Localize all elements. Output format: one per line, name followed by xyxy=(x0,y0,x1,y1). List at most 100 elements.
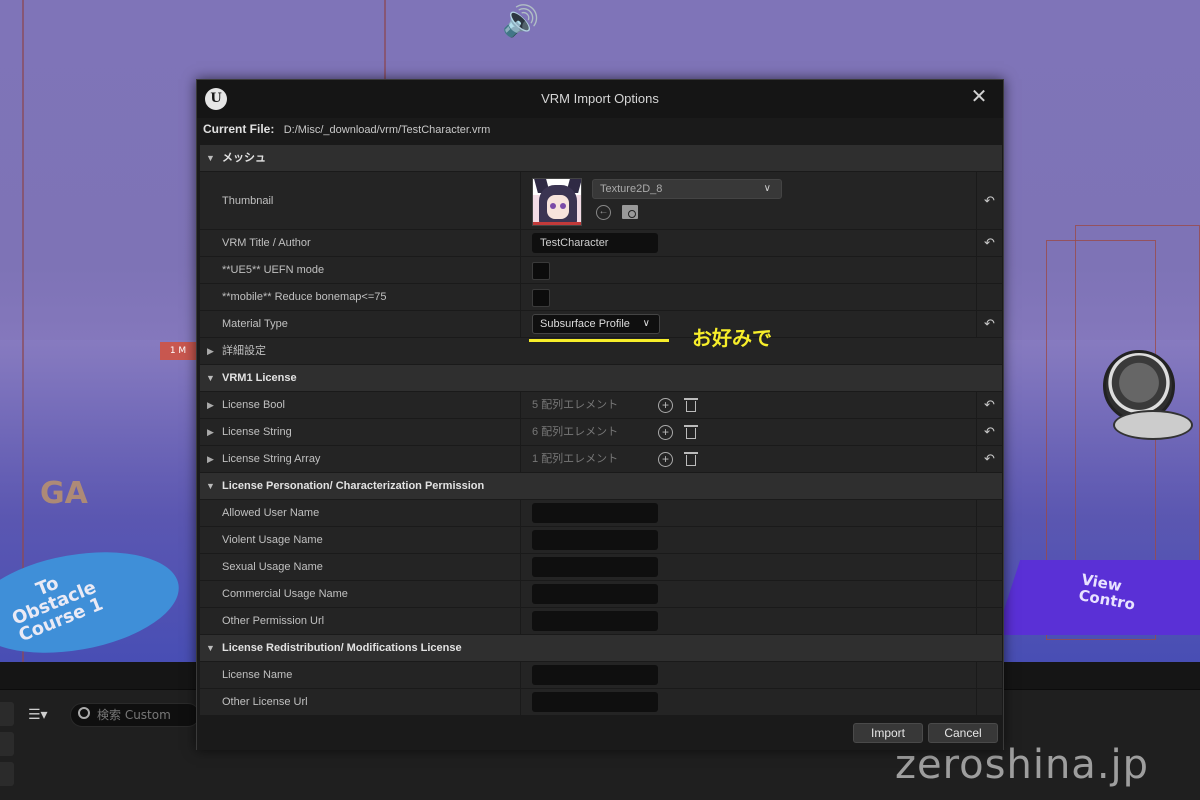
property-label: VRM Title / Author xyxy=(222,237,311,249)
property-label: Violent Usage Name xyxy=(222,534,323,546)
allowed-user-name-field[interactable] xyxy=(532,503,658,523)
property-row-violent-usage: Violent Usage Name xyxy=(200,526,1002,553)
search-icon xyxy=(78,707,90,719)
reset-arrow-icon[interactable]: ↶ xyxy=(984,172,995,230)
filter-icon[interactable]: ☰▾ xyxy=(28,707,48,723)
section-header-vrm1-license[interactable]: ▼ VRM1 License xyxy=(200,364,1002,391)
property-label: 詳細設定 xyxy=(222,345,266,357)
array-count: 1 配列エレメント xyxy=(532,453,619,465)
side-button[interactable] xyxy=(0,702,14,726)
property-row-reduce-bonemap: **mobile** Reduce bonemap<=75 xyxy=(200,283,1002,310)
license-name-field[interactable] xyxy=(532,665,658,685)
property-row-thumbnail: Thumbnail Texture2D_8 ∨ ← ↶ xyxy=(200,171,1002,229)
section-title: License Personation/ Characterization Pe… xyxy=(222,480,485,492)
dialog-footer: Import Cancel xyxy=(197,716,1003,750)
chevron-down-icon: ∨ xyxy=(763,183,771,194)
chevron-down-icon: ∨ xyxy=(642,318,650,329)
array-row-license-bool[interactable]: ▶ License Bool 5 配列エレメント + ↶ xyxy=(200,391,1002,418)
section-title: VRM1 License xyxy=(222,372,297,384)
sphere-base xyxy=(1113,410,1193,440)
close-button[interactable]: ✕ xyxy=(969,86,989,106)
property-label: Thumbnail xyxy=(222,195,274,207)
search-placeholder: 検索 Custom xyxy=(97,708,171,722)
section-title: メッシュ xyxy=(222,152,266,164)
section-header-redistribution[interactable]: ▼ License Redistribution/ Modifications … xyxy=(200,634,1002,661)
trash-icon[interactable] xyxy=(684,397,698,413)
plus-circle-icon[interactable]: + xyxy=(658,398,673,413)
expand-triangle-icon: ▼ xyxy=(206,373,215,383)
side-button[interactable] xyxy=(0,762,14,786)
dialog-title-bar[interactable]: U VRM Import Options ✕ xyxy=(197,80,1003,118)
material-type-value: Subsurface Profile xyxy=(540,318,630,330)
reduce-bonemap-checkbox[interactable] xyxy=(532,289,550,307)
property-label: License Name xyxy=(222,669,293,681)
viewport-guide-line xyxy=(22,0,24,662)
close-icon: ✕ xyxy=(970,84,988,108)
property-row-sexual-usage: Sexual Usage Name xyxy=(200,553,1002,580)
property-row-title-author: VRM Title / Author TestCharacter ↶ xyxy=(200,229,1002,256)
property-label: License String Array xyxy=(222,453,321,465)
array-count: 5 配列エレメント xyxy=(532,399,619,411)
viewport-guide-line xyxy=(384,0,386,80)
plus-circle-icon[interactable]: + xyxy=(658,452,673,467)
property-label: Sexual Usage Name xyxy=(222,561,323,573)
property-row-material-type: Material Type Subsurface Profile ∨ ↶ xyxy=(200,310,1002,337)
expand-triangle-icon: ▶ xyxy=(207,346,214,356)
search-input[interactable]: 検索 Custom xyxy=(70,703,200,727)
details-panel: ▼ メッシュ Thumbnail Texture2D_8 ∨ ← ↶ VRM T… xyxy=(200,144,1002,715)
expand-triangle-icon: ▶ xyxy=(207,454,214,464)
other-permission-url-field[interactable] xyxy=(532,611,658,631)
plus-circle-icon[interactable]: + xyxy=(658,425,673,440)
speaker-icon: 🔊 xyxy=(502,4,540,39)
property-label: Material Type xyxy=(222,318,288,330)
array-count: 6 配列エレメント xyxy=(532,426,619,438)
property-row-other-license-url: Other License Url xyxy=(200,688,1002,715)
array-row-license-string-array[interactable]: ▶ License String Array 1 配列エレメント + ↶ xyxy=(200,445,1002,472)
current-file-label: Current File: xyxy=(203,122,275,136)
trash-icon[interactable] xyxy=(684,451,698,467)
array-row-license-string[interactable]: ▶ License String 6 配列エレメント + ↶ xyxy=(200,418,1002,445)
floor-text: GA xyxy=(40,476,88,511)
texture-asset-value: Texture2D_8 xyxy=(600,183,663,195)
browse-asset-icon[interactable] xyxy=(622,205,638,219)
trash-icon[interactable] xyxy=(684,424,698,440)
annotation-underline xyxy=(529,339,669,342)
commercial-usage-field[interactable] xyxy=(532,584,658,604)
material-type-dropdown[interactable]: Subsurface Profile ∨ xyxy=(532,314,660,334)
thumbnail-image[interactable] xyxy=(532,178,582,226)
import-button[interactable]: Import xyxy=(853,723,923,743)
property-label: License Bool xyxy=(222,399,285,411)
title-author-field[interactable]: TestCharacter xyxy=(532,233,658,253)
property-label: Other Permission Url xyxy=(222,615,325,627)
dialog-title: VRM Import Options xyxy=(541,91,659,106)
violent-usage-field[interactable] xyxy=(532,530,658,550)
property-label: **UE5** UEFN mode xyxy=(222,264,325,276)
vrm-import-dialog: U VRM Import Options ✕ Current File: D:/… xyxy=(196,79,1004,750)
other-license-url-field[interactable] xyxy=(532,692,658,712)
expand-triangle-icon: ▼ xyxy=(206,153,215,163)
side-button[interactable] xyxy=(0,732,14,756)
property-row-allowed-user-name: Allowed User Name xyxy=(200,499,1002,526)
current-file: Current File: D:/Misc/_download/vrm/Test… xyxy=(203,122,490,136)
reset-arrow-icon[interactable]: ↶ xyxy=(984,230,995,256)
uefn-mode-checkbox[interactable] xyxy=(532,262,550,280)
section-title: License Redistribution/ Modifications Li… xyxy=(222,642,462,654)
property-row-commercial-usage: Commercial Usage Name xyxy=(200,580,1002,607)
section-header-mesh[interactable]: ▼ メッシュ xyxy=(200,144,1002,171)
use-selected-asset-icon[interactable]: ← xyxy=(596,205,611,220)
current-file-path: D:/Misc/_download/vrm/TestCharacter.vrm xyxy=(283,124,491,136)
property-label: **mobile** Reduce bonemap<=75 xyxy=(222,291,387,303)
reset-arrow-icon[interactable]: ↶ xyxy=(984,311,995,337)
expand-triangle-icon: ▼ xyxy=(206,481,215,491)
course-disc-label: To Obstacle Course 1 xyxy=(9,572,107,647)
view-pad: View Contro xyxy=(995,560,1200,635)
reset-arrow-icon[interactable]: ↶ xyxy=(984,392,995,418)
sexual-usage-field[interactable] xyxy=(532,557,658,577)
section-header-personation[interactable]: ▼ License Personation/ Characterization … xyxy=(200,472,1002,499)
view-pad-label: View Contro xyxy=(1077,570,1137,614)
reset-arrow-icon[interactable]: ↶ xyxy=(984,419,995,445)
texture-asset-dropdown[interactable]: Texture2D_8 ∨ xyxy=(592,179,782,199)
cancel-button[interactable]: Cancel xyxy=(928,723,998,743)
property-label: License String xyxy=(222,426,292,438)
reset-arrow-icon[interactable]: ↶ xyxy=(984,446,995,472)
